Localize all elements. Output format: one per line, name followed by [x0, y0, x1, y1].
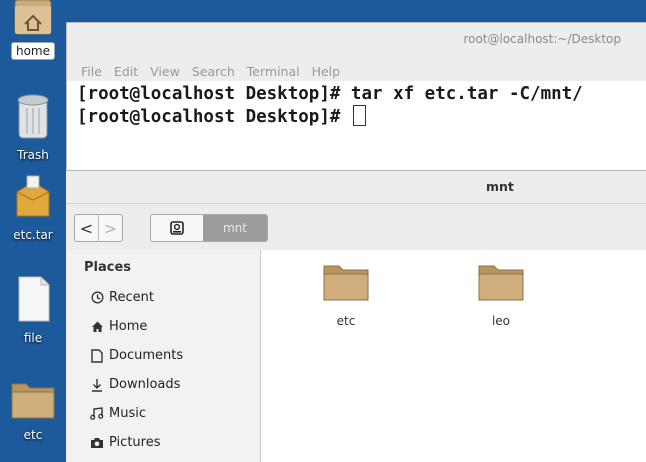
- path-bar: mnt: [150, 214, 268, 242]
- sidebar-item-label: Music: [109, 406, 146, 421]
- window-title: root@localhost:~/Desktop: [463, 32, 621, 46]
- trash-icon: [17, 94, 49, 139]
- menu-search[interactable]: Search: [192, 64, 235, 79]
- file-manager-titlebar[interactable]: mnt: [66, 171, 646, 204]
- download-icon: [90, 378, 104, 392]
- forward-button[interactable]: >: [98, 215, 122, 241]
- menu-help[interactable]: Help: [312, 64, 341, 79]
- camera-icon: [90, 437, 104, 449]
- path-current-button[interactable]: mnt: [203, 215, 267, 241]
- file-item-label: etc: [336, 314, 356, 328]
- sidebar-item-label: Home: [109, 319, 148, 334]
- file-item-leo[interactable]: leo: [461, 262, 541, 328]
- folder-icon: [478, 265, 524, 301]
- terminal-window[interactable]: root@localhost:~/Desktop File Edit View …: [66, 22, 646, 184]
- sidebar-item-music[interactable]: Music: [90, 406, 146, 421]
- desktop-icon-etc-tar[interactable]: etc.tar: [0, 174, 66, 243]
- menu-file[interactable]: File: [81, 64, 102, 79]
- window-title: mnt: [486, 179, 514, 194]
- desktop-icon-label: Trash: [17, 148, 49, 162]
- drive-icon: [170, 221, 184, 235]
- desktop-icon-label: etc: [23, 428, 43, 442]
- desktop-icon-file[interactable]: file: [0, 275, 66, 346]
- back-button[interactable]: <: [75, 215, 98, 241]
- menu-view[interactable]: View: [150, 64, 180, 79]
- sidebar-item-label: Downloads: [109, 377, 181, 392]
- file-manager-window[interactable]: mnt < > mnt Places Recent Home Documents…: [66, 170, 646, 462]
- archive-icon: [16, 175, 50, 217]
- desktop-icon-label: etc.tar: [13, 228, 53, 242]
- home-icon: [90, 320, 104, 333]
- places-sidebar: Places Recent Home Documents Downloads M…: [66, 250, 261, 462]
- clock-icon: [90, 291, 104, 304]
- terminal-menubar: File Edit View Search Terminal Help: [67, 61, 646, 81]
- document-icon: [90, 348, 104, 363]
- desktop-icon-label: file: [23, 331, 43, 345]
- folder-icon: [323, 265, 369, 301]
- sidebar-item-label: Recent: [109, 290, 154, 305]
- sidebar-item-label: Pictures: [109, 435, 161, 450]
- folder-icon: [11, 383, 55, 419]
- desktop-icon-home[interactable]: home: [0, 0, 66, 60]
- sidebar-item-pictures[interactable]: Pictures: [90, 435, 160, 450]
- file-manager-toolbar: < > mnt: [66, 204, 646, 251]
- path-root-button[interactable]: [151, 215, 203, 241]
- terminal-line: [root@localhost Desktop]# tar xf etc.tar…: [77, 84, 583, 104]
- terminal-output[interactable]: [root@localhost Desktop]# tar xf etc.tar…: [77, 83, 637, 128]
- file-view[interactable]: etc leo: [261, 250, 646, 462]
- home-folder-icon: [14, 0, 52, 35]
- file-item-etc[interactable]: etc: [306, 262, 386, 328]
- desktop-icon-etc[interactable]: etc: [0, 380, 66, 443]
- places-heading: Places: [84, 260, 132, 275]
- desktop-icon-label: home: [10, 42, 56, 60]
- terminal-line: [root@localhost Desktop]#: [77, 107, 351, 127]
- file-icon: [18, 276, 50, 322]
- terminal-cursor: [352, 105, 366, 126]
- terminal-titlebar[interactable]: root@localhost:~/Desktop: [67, 23, 646, 61]
- desktop-icon-trash[interactable]: Trash: [0, 92, 66, 163]
- menu-terminal[interactable]: Terminal: [247, 64, 300, 79]
- sidebar-item-label: Documents: [109, 348, 184, 363]
- sidebar-item-home[interactable]: Home: [90, 319, 147, 334]
- menu-edit[interactable]: Edit: [114, 64, 138, 79]
- music-icon: [90, 407, 104, 420]
- sidebar-item-downloads[interactable]: Downloads: [90, 377, 180, 392]
- file-item-label: leo: [491, 314, 511, 328]
- sidebar-item-documents[interactable]: Documents: [90, 348, 183, 363]
- nav-buttons: < >: [74, 214, 123, 242]
- sidebar-item-recent[interactable]: Recent: [90, 290, 154, 305]
